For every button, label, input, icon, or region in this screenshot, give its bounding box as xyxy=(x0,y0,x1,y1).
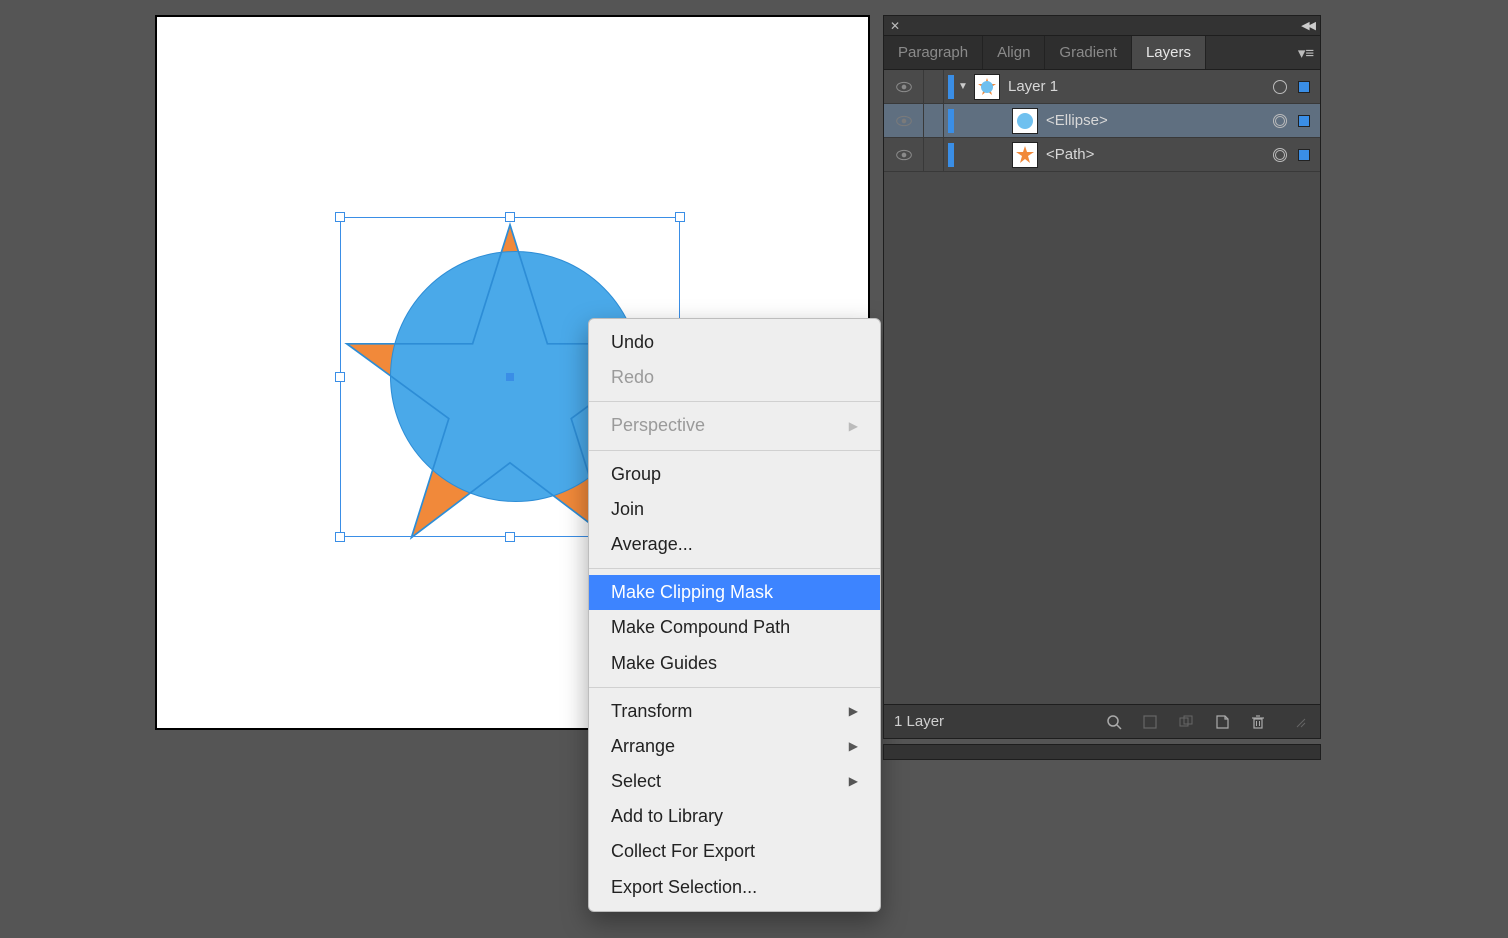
resize-grip-icon[interactable] xyxy=(1290,716,1310,728)
panel-footer: 1 Layer xyxy=(884,704,1320,738)
ctx-label: Redo xyxy=(611,365,654,390)
tab-label: Paragraph xyxy=(898,44,968,61)
ctx-make-guides[interactable]: Make Guides xyxy=(589,646,880,681)
panel-titlebar[interactable]: ✕ ◀◀ xyxy=(884,16,1320,36)
ctx-export-selection[interactable]: Export Selection... xyxy=(589,870,880,905)
ctx-group[interactable]: Group xyxy=(589,457,880,492)
make-clipping-mask-icon[interactable] xyxy=(1140,714,1160,730)
delete-layer-icon[interactable] xyxy=(1248,714,1268,730)
lock-toggle[interactable] xyxy=(924,104,944,137)
selection-indicator[interactable] xyxy=(1298,81,1310,93)
ctx-label: Make Clipping Mask xyxy=(611,580,773,605)
ctx-label: Export Selection... xyxy=(611,875,757,900)
ctx-label: Collect For Export xyxy=(611,839,755,864)
submenu-arrow-icon: ▶ xyxy=(849,773,858,790)
close-icon[interactable]: ✕ xyxy=(890,19,900,33)
selection-handle-s[interactable] xyxy=(505,532,515,542)
selection-color-bar xyxy=(948,109,954,133)
tab-layers[interactable]: Layers xyxy=(1132,36,1206,69)
selection-color-bar xyxy=(948,143,954,167)
tab-paragraph[interactable]: Paragraph xyxy=(884,36,983,69)
create-sublayer-icon[interactable] xyxy=(1176,714,1196,730)
ctx-redo: Redo xyxy=(589,360,880,395)
ctx-join[interactable]: Join xyxy=(589,492,880,527)
tab-align[interactable]: Align xyxy=(983,36,1045,69)
layer-thumbnail[interactable] xyxy=(1012,142,1038,168)
ctx-separator xyxy=(589,450,880,451)
ctx-separator xyxy=(589,687,880,688)
layer-name[interactable]: <Path> xyxy=(1046,146,1266,163)
layer-row[interactable]: <Path> xyxy=(884,138,1320,172)
target-icon[interactable] xyxy=(1266,114,1294,128)
selection-handle-nw[interactable] xyxy=(335,212,345,222)
layer-name[interactable]: Layer 1 xyxy=(1008,78,1266,95)
submenu-arrow-icon: ▶ xyxy=(849,418,858,435)
layer-thumbnail[interactable] xyxy=(1012,108,1038,134)
selection-center xyxy=(506,373,514,381)
ctx-label: Arrange xyxy=(611,734,675,759)
ctx-undo[interactable]: Undo xyxy=(589,325,880,360)
layers-list: ▼ Layer 1 <Ellipse> xyxy=(884,70,1320,704)
ctx-separator xyxy=(589,401,880,402)
lock-toggle[interactable] xyxy=(924,138,944,171)
lock-toggle[interactable] xyxy=(924,70,944,103)
layer-row[interactable]: <Ellipse> xyxy=(884,104,1320,138)
panel-flyout-menu-icon[interactable]: ▾≡ xyxy=(1292,36,1320,69)
layer-row[interactable]: ▼ Layer 1 xyxy=(884,70,1320,104)
ctx-label: Make Guides xyxy=(611,651,717,676)
ctx-add-to-library[interactable]: Add to Library xyxy=(589,799,880,834)
selection-handle-w[interactable] xyxy=(335,372,345,382)
selection-indicator[interactable] xyxy=(1298,149,1310,161)
tab-label: Layers xyxy=(1146,44,1191,61)
selection-handle-ne[interactable] xyxy=(675,212,685,222)
ctx-label: Make Compound Path xyxy=(611,615,790,640)
horizontal-scrollbar[interactable] xyxy=(883,744,1321,760)
ctx-collect-for-export[interactable]: Collect For Export xyxy=(589,834,880,869)
panel-tabs: Paragraph Align Gradient Layers ▾≡ xyxy=(884,36,1320,70)
ctx-label: Select xyxy=(611,769,661,794)
selection-indicator[interactable] xyxy=(1298,115,1310,127)
ctx-label: Transform xyxy=(611,699,692,724)
ctx-label: Average... xyxy=(611,532,693,557)
collapse-icon[interactable]: ◀◀ xyxy=(1301,19,1314,32)
context-menu: Undo Redo Perspective ▶ Group Join Avera… xyxy=(588,318,881,912)
create-new-layer-icon[interactable] xyxy=(1212,714,1232,730)
ctx-select[interactable]: Select ▶ xyxy=(589,764,880,799)
visibility-toggle[interactable] xyxy=(884,104,924,137)
layer-name[interactable]: <Ellipse> xyxy=(1046,112,1266,129)
selection-color-bar xyxy=(948,75,954,99)
selection-handle-sw[interactable] xyxy=(335,532,345,542)
layer-thumbnail[interactable] xyxy=(974,74,1000,100)
tab-gradient[interactable]: Gradient xyxy=(1045,36,1132,69)
ctx-label: Undo xyxy=(611,330,654,355)
target-icon[interactable] xyxy=(1266,148,1294,162)
ctx-label: Join xyxy=(611,497,644,522)
tab-label: Align xyxy=(997,44,1030,61)
ctx-arrange[interactable]: Arrange ▶ xyxy=(589,729,880,764)
ctx-label: Perspective xyxy=(611,413,705,438)
submenu-arrow-icon: ▶ xyxy=(849,738,858,755)
ctx-make-compound-path[interactable]: Make Compound Path xyxy=(589,610,880,645)
ctx-average[interactable]: Average... xyxy=(589,527,880,562)
disclosure-triangle-icon[interactable]: ▼ xyxy=(956,81,970,92)
ctx-perspective: Perspective ▶ xyxy=(589,408,880,443)
ctx-make-clipping-mask[interactable]: Make Clipping Mask xyxy=(589,575,880,610)
locate-object-icon[interactable] xyxy=(1104,714,1124,730)
layer-count: 1 Layer xyxy=(894,713,1088,730)
ctx-separator xyxy=(589,568,880,569)
ctx-label: Group xyxy=(611,462,661,487)
target-icon[interactable] xyxy=(1266,80,1294,94)
tab-label: Gradient xyxy=(1059,44,1117,61)
submenu-arrow-icon: ▶ xyxy=(849,703,858,720)
visibility-toggle[interactable] xyxy=(884,70,924,103)
ctx-transform[interactable]: Transform ▶ xyxy=(589,694,880,729)
selection-handle-n[interactable] xyxy=(505,212,515,222)
visibility-toggle[interactable] xyxy=(884,138,924,171)
layers-panel: ✕ ◀◀ Paragraph Align Gradient Layers ▾≡ … xyxy=(883,15,1321,739)
ctx-label: Add to Library xyxy=(611,804,723,829)
